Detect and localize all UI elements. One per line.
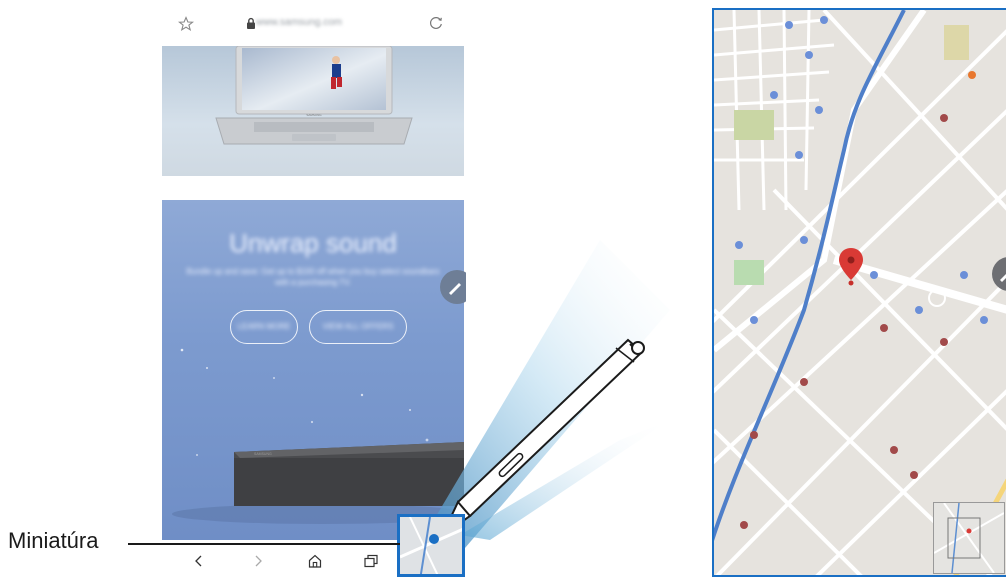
soundbar-brand-text: SAMSUNG bbox=[254, 452, 272, 456]
forward-icon[interactable] bbox=[252, 554, 264, 568]
home-icon[interactable] bbox=[307, 553, 323, 569]
learn-more-button[interactable]: LEARN MORE bbox=[230, 310, 298, 344]
callout-line bbox=[128, 543, 400, 545]
url-text[interactable]: www.samsung.com bbox=[256, 15, 394, 31]
overview-map-image bbox=[934, 503, 1004, 573]
laptop-image: SAMSUNG bbox=[215, 46, 413, 145]
pen-icon bbox=[1000, 274, 1006, 282]
map-image bbox=[714, 10, 1006, 575]
thumbnail-label: Miniatúra bbox=[8, 528, 99, 553]
tabs-icon[interactable] bbox=[363, 553, 379, 569]
back-icon[interactable] bbox=[193, 554, 205, 568]
thumbnail-preview[interactable] bbox=[397, 514, 465, 577]
laptop-brand-text: SAMSUNG bbox=[306, 113, 322, 117]
star-outline-icon[interactable] bbox=[178, 16, 194, 32]
thumbnail-map-image bbox=[400, 517, 462, 574]
refresh-icon[interactable] bbox=[428, 15, 444, 31]
map-view[interactable] bbox=[712, 8, 1006, 577]
hero-banner[interactable]: SAMSUNG bbox=[162, 46, 464, 176]
learn-more-label: LEARN MORE bbox=[237, 322, 291, 331]
map-overview-inset[interactable] bbox=[933, 502, 1005, 574]
browser-url-bar[interactable]: www.samsung.com bbox=[160, 0, 466, 46]
page-divider bbox=[160, 176, 466, 200]
lock-icon bbox=[247, 17, 255, 29]
